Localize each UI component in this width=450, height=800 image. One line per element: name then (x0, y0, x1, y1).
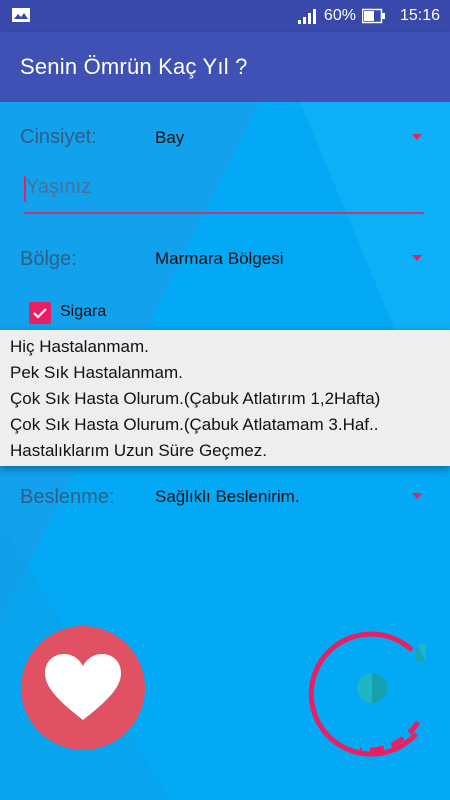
nutrition-label: Beslenme: (20, 486, 115, 508)
app-title: Senin Ömrün Kaç Yıl ? (20, 54, 248, 79)
dropdown-option[interactable]: Pek Sık Hastalanmam. (10, 363, 183, 383)
caret-down-icon[interactable] (412, 493, 422, 499)
nutrition-spinner[interactable]: Sağlıklı Beslenirim. (155, 487, 300, 507)
dropdown-option[interactable]: Hastalıklarım Uzun Süre Geçmez. (10, 441, 267, 461)
caret-down-icon[interactable] (412, 134, 422, 140)
smoking-checkbox[interactable] (29, 302, 51, 324)
signal-icon (297, 9, 316, 24)
loading-spinner-icon (308, 631, 426, 757)
region-spinner[interactable]: Marmara Bölgesi (155, 249, 284, 269)
gender-label: Cinsiyet: (20, 126, 97, 148)
status-bar: 60% 15:16 (0, 0, 450, 32)
clock: 15:16 (399, 7, 440, 24)
input-underline (24, 212, 424, 214)
dropdown-menu: Hiç Hastalanmam. Pek Sık Hastalanmam. Ço… (0, 330, 450, 466)
region-label: Bölge: (20, 248, 77, 270)
battery-icon (361, 8, 385, 24)
app-bar: Senin Ömrün Kaç Yıl ? (0, 32, 450, 102)
checkmark-icon (33, 308, 47, 319)
age-input[interactable]: Yaşınız (24, 170, 424, 214)
battery-percent: 60% (323, 7, 356, 24)
dropdown-option[interactable]: Çok Sık Hasta Olurum.(Çabuk Atlatırım 1,… (10, 389, 380, 409)
age-placeholder: Yaşınız (26, 176, 92, 198)
gender-spinner[interactable]: Bay (155, 128, 184, 148)
text-cursor (24, 176, 26, 202)
heart-button[interactable] (21, 626, 145, 750)
caret-down-icon[interactable] (412, 255, 422, 261)
dropdown-option[interactable]: Çok Sık Hasta Olurum.(Çabuk Atlatamam 3.… (10, 415, 378, 435)
smoking-label[interactable]: Sigara (60, 303, 106, 321)
dropdown-option[interactable]: Hiç Hastalanmam. (10, 337, 149, 357)
gallery-icon (12, 8, 30, 22)
heart-icon (45, 654, 121, 720)
